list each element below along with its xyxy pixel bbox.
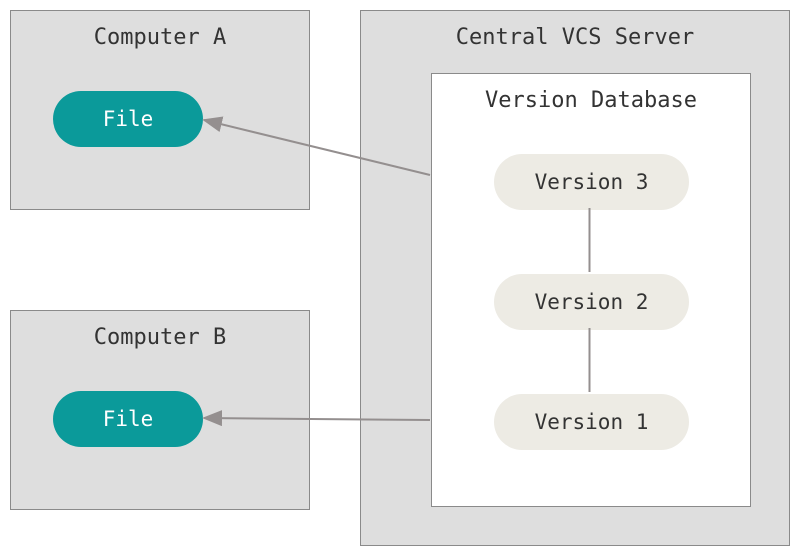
file-label-b: File bbox=[103, 407, 154, 431]
server-title: Central VCS Server bbox=[361, 25, 789, 50]
computer-b-box: Computer B File bbox=[10, 310, 310, 510]
version-2-pill: Version 2 bbox=[494, 274, 689, 330]
version-1-pill: Version 1 bbox=[494, 394, 689, 450]
computer-b-title: Computer B bbox=[11, 325, 309, 350]
version-3-label: Version 3 bbox=[535, 170, 649, 194]
file-pill-a: File bbox=[53, 91, 203, 147]
file-label-a: File bbox=[103, 107, 154, 131]
computer-a-box: Computer A File bbox=[10, 10, 310, 210]
version-database-title: Version Database bbox=[432, 88, 750, 113]
version-1-label: Version 1 bbox=[535, 410, 649, 434]
version-3-pill: Version 3 bbox=[494, 154, 689, 210]
computer-a-title: Computer A bbox=[11, 25, 309, 50]
file-pill-b: File bbox=[53, 391, 203, 447]
server-box: Central VCS Server Version Database Vers… bbox=[360, 10, 790, 546]
version-database-box: Version Database Version 3 Version 2 Ver… bbox=[431, 73, 751, 507]
version-2-label: Version 2 bbox=[535, 290, 649, 314]
